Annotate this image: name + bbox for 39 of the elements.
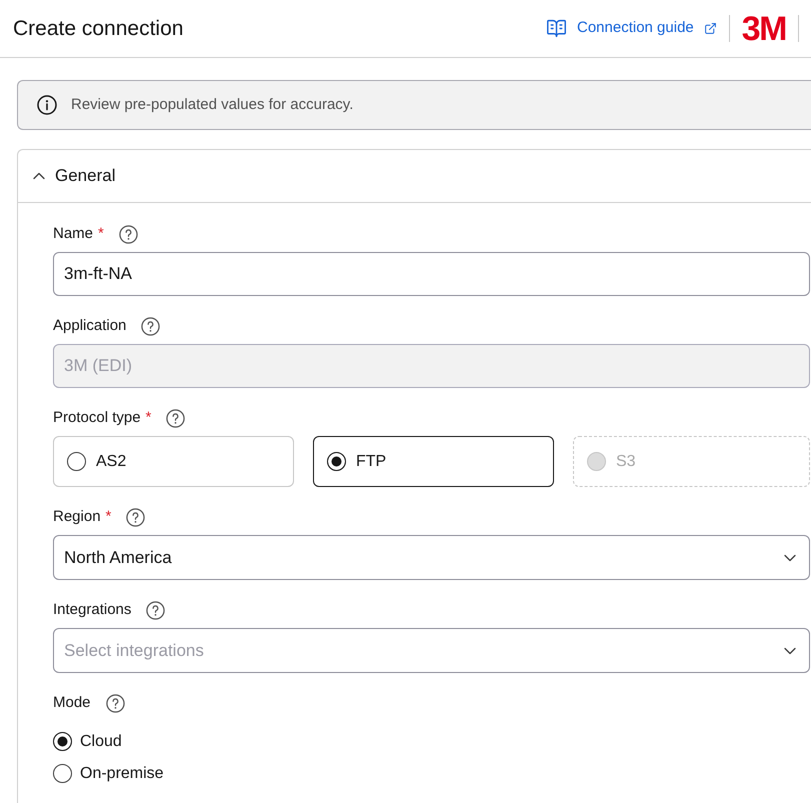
field-label: Application bbox=[53, 316, 126, 336]
help-icon[interactable] bbox=[118, 224, 138, 244]
required-asterisk: * bbox=[98, 224, 104, 244]
help-icon[interactable] bbox=[146, 600, 166, 620]
radio-button[interactable] bbox=[53, 732, 72, 751]
option-label: AS2 bbox=[96, 452, 126, 472]
section-header[interactable]: General bbox=[18, 150, 811, 203]
field-label: Name bbox=[53, 224, 94, 244]
external-link-icon bbox=[704, 22, 717, 35]
radio-button[interactable] bbox=[327, 452, 346, 471]
help-icon[interactable] bbox=[126, 508, 146, 526]
alert-text: Review pre-populated values for accuracy. bbox=[71, 94, 354, 115]
page-title: Create connection bbox=[13, 16, 184, 42]
field-label: Protocol type bbox=[53, 408, 141, 428]
section-title: General bbox=[55, 165, 116, 188]
company-logo: 3M bbox=[742, 12, 786, 46]
book-icon bbox=[546, 18, 567, 39]
required-asterisk: * bbox=[146, 408, 152, 428]
radio-button[interactable] bbox=[53, 764, 72, 783]
radio-option-card[interactable]: FTP bbox=[313, 436, 554, 487]
option-label: FTP bbox=[356, 452, 386, 472]
text-field[interactable]: 3m-ft-NA bbox=[53, 252, 810, 296]
radio-label: Cloud bbox=[80, 732, 122, 752]
field-label: Mode bbox=[53, 692, 91, 713]
select-placeholder: Select integrations bbox=[64, 640, 204, 662]
field-label: Integrations bbox=[53, 600, 132, 620]
radio-button[interactable] bbox=[67, 452, 86, 471]
option-label: S3 bbox=[616, 452, 636, 472]
help-icon[interactable] bbox=[106, 694, 125, 712]
field-label: Region bbox=[53, 506, 101, 527]
select-field[interactable]: North America bbox=[53, 535, 810, 580]
radio-label: On-premise bbox=[80, 764, 164, 784]
info-icon bbox=[37, 95, 57, 115]
radio-option-card[interactable]: AS2 bbox=[53, 436, 294, 487]
required-asterisk: * bbox=[106, 506, 112, 527]
select-value: North America bbox=[64, 546, 172, 569]
help-icon[interactable] bbox=[166, 408, 186, 428]
help-icon[interactable] bbox=[141, 316, 160, 336]
connection-guide-link[interactable]: Connection guide bbox=[546, 17, 717, 40]
